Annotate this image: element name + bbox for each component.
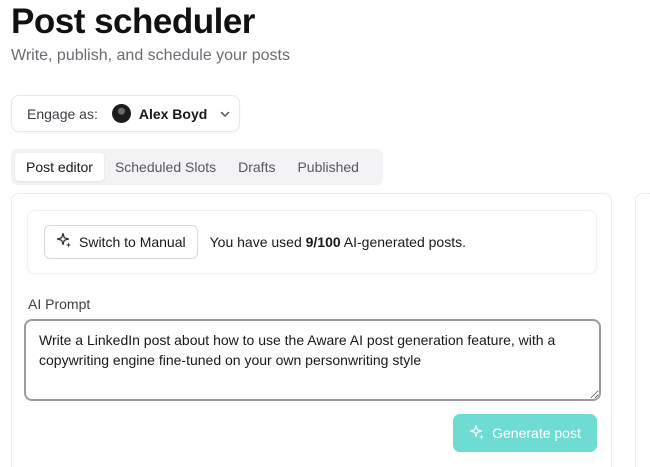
page-subtitle: Write, publish, and schedule your posts xyxy=(11,47,290,64)
usage-count: 9/100 xyxy=(305,234,341,250)
tab-post-editor[interactable]: Post editor xyxy=(15,153,104,181)
post-editor-card: Switch to Manual You have used 9/100 AI-… xyxy=(11,193,612,467)
generate-post-button[interactable]: Generate post xyxy=(453,414,597,452)
page-title: Post scheduler xyxy=(11,2,255,41)
ai-prompt-input[interactable]: Write a LinkedIn post about how to use t… xyxy=(24,319,601,401)
preview-panel xyxy=(635,193,650,467)
account-dropdown[interactable]: Alex Boyd xyxy=(111,104,231,123)
switch-to-manual-label: Switch to Manual xyxy=(79,234,186,250)
engage-as-label: Engage as: xyxy=(27,105,98,122)
usage-prefix: You have used xyxy=(209,234,302,250)
account-name: Alex Boyd xyxy=(138,105,208,122)
avatar xyxy=(111,104,131,123)
tab-published[interactable]: Published xyxy=(286,153,370,181)
tab-drafts[interactable]: Drafts xyxy=(227,153,286,181)
sparkles-icon xyxy=(469,424,485,443)
tab-scheduled-slots[interactable]: Scheduled Slots xyxy=(104,153,227,181)
ai-prompt-label: AI Prompt xyxy=(28,296,91,312)
usage-suffix: AI-generated posts. xyxy=(343,234,466,250)
usage-panel: Switch to Manual You have used 9/100 AI-… xyxy=(27,210,597,274)
tab-bar: Post editor Scheduled Slots Drafts Publi… xyxy=(11,149,383,185)
generate-post-label: Generate post xyxy=(492,425,581,441)
chevron-down-icon xyxy=(219,108,231,120)
sparkles-icon xyxy=(56,232,72,253)
usage-text: You have used 9/100 AI-generated posts. xyxy=(210,234,466,250)
engage-as-selector: Engage as: Alex Boyd xyxy=(11,95,240,132)
switch-to-manual-button[interactable]: Switch to Manual xyxy=(44,225,198,259)
